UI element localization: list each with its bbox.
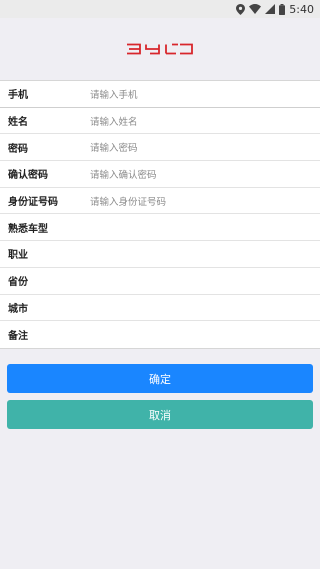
phone-label: 手机: [8, 90, 28, 102]
id-number-label: 身份证号码: [8, 197, 58, 209]
signal-icon: [265, 4, 276, 14]
byd-logo: [127, 43, 193, 55]
car-model-label: 熟悉车型: [8, 223, 48, 235]
confirm-password-label: 确认密码: [8, 170, 48, 182]
location-icon: [236, 3, 246, 15]
province-select[interactable]: [90, 268, 320, 294]
wifi-icon: [249, 4, 262, 14]
status-time: 5:40: [289, 2, 314, 16]
form-row-name: 姓名 请输入姓名: [0, 108, 320, 135]
car-model-select[interactable]: [90, 214, 320, 240]
form-row-city[interactable]: 城市: [0, 295, 320, 322]
form-row-phone: 手机 请输入手机: [0, 81, 320, 108]
form-row-occupation[interactable]: 职业: [0, 241, 320, 268]
remark-label: 备注: [8, 331, 28, 343]
form-row-remark: 备注: [0, 321, 320, 348]
name-input[interactable]: 请输入姓名: [90, 108, 320, 134]
occupation-select[interactable]: [90, 241, 320, 267]
phone-input[interactable]: 请输入手机: [90, 81, 320, 107]
form-row-confirm-password: 确认密码 请输入确认密码: [0, 161, 320, 188]
form-row-province[interactable]: 省份: [0, 268, 320, 295]
province-label: 省份: [8, 277, 28, 289]
battery-icon: [279, 3, 286, 15]
form-row-car-model[interactable]: 熟悉车型: [0, 214, 320, 242]
status-bar: 5:40: [0, 0, 320, 18]
registration-form: 手机 请输入手机 姓名 请输入姓名 密码 请输入密码 确认密码 请输入确认密码 …: [0, 80, 320, 349]
confirm-password-input[interactable]: 请输入确认密码: [90, 161, 320, 187]
remark-input[interactable]: [90, 321, 320, 348]
password-input[interactable]: 请输入密码: [90, 134, 320, 160]
form-row-password: 密码 请输入密码: [0, 134, 320, 162]
occupation-label: 职业: [8, 250, 28, 262]
form-row-id-number: 身份证号码 请输入身份证号码: [0, 188, 320, 215]
name-label: 姓名: [8, 117, 28, 129]
password-label: 密码: [8, 143, 28, 155]
cancel-button[interactable]: 取消: [7, 400, 313, 429]
confirm-button[interactable]: 确定: [7, 364, 313, 393]
city-select[interactable]: [90, 295, 320, 321]
id-number-input[interactable]: 请输入身份证号码: [90, 188, 320, 214]
logo-area: [0, 18, 320, 80]
city-label: 城市: [8, 303, 28, 315]
